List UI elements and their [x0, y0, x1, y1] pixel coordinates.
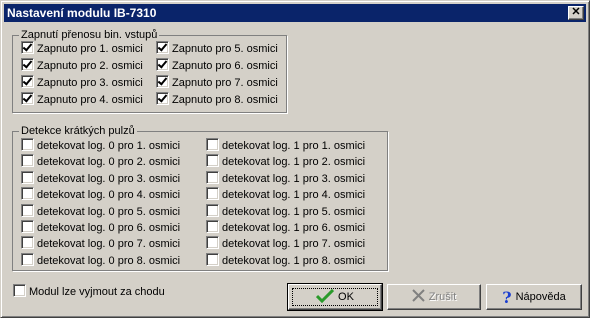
log0-checkbox-3-label: detekovat log. 0 pro 3. osmici — [37, 172, 181, 185]
ok-focus-rect — [292, 288, 378, 306]
log0-checkbox-8-box[interactable] — [21, 252, 34, 266]
transfer-checkbox-6-label: Zapnuto pro 6. osmici — [172, 60, 278, 72]
transfer-checkbox-2[interactable]: Zapnuto pro 2. osmici — [21, 58, 143, 74]
hotswap-checkbox-box[interactable] — [13, 284, 26, 297]
title-bar: Nastavení modulu IB-7310 ✕ — [4, 4, 586, 22]
log0-checkbox-1-box[interactable] — [21, 138, 34, 151]
cancel-label: Zrušit — [428, 291, 457, 303]
log1-checkbox-6[interactable]: detekovat log. 1 pro 6. osmici — [206, 220, 365, 236]
log1-checkbox-1[interactable]: detekovat log. 1 pro 1. osmici — [206, 138, 365, 154]
log0-checkbox-5-label: detekovat log. 0 pro 5. osmici — [37, 205, 181, 218]
help-button[interactable]: ? Nápověda — [486, 284, 582, 310]
question-icon: ? — [502, 287, 512, 307]
log0-checkbox-7-box[interactable] — [21, 236, 34, 250]
transfer-checkbox-2-label: Zapnuto pro 2. osmici — [37, 60, 143, 72]
transfer-checkbox-1-label: Zapnuto pro 1. osmici — [37, 43, 143, 55]
log0-checkbox-6-box[interactable] — [21, 220, 34, 233]
dialog-title: Nastavení modulu IB-7310 — [7, 6, 157, 20]
transfer-checkbox-5[interactable]: Zapnuto pro 5. osmici — [156, 41, 278, 57]
log0-checkbox-6-label: detekovat log. 0 pro 6. osmici — [37, 222, 181, 234]
log1-checkbox-5[interactable]: detekovat log. 1 pro 5. osmici — [206, 203, 366, 220]
log1-checkbox-4-box[interactable] — [206, 187, 219, 201]
cancel-button[interactable]: Zrušit — [387, 284, 481, 310]
log0-checkbox-4-label: detekovat log. 0 pro 4. osmici — [37, 189, 181, 202]
hotswap-checkbox[interactable]: Modul lze vyjmout za chodu — [13, 284, 165, 300]
transfer-checkbox-2-box[interactable] — [21, 58, 34, 71]
log1-checkbox-2-box[interactable] — [206, 154, 219, 168]
log0-checkbox-4[interactable]: detekovat log. 0 pro 4. osmici — [21, 187, 180, 203]
log0-checkbox-4-box[interactable] — [21, 187, 34, 201]
log0-checkbox-8[interactable]: detekovat log. 0 pro 8. osmici — [21, 252, 181, 269]
log1-checkbox-6-box[interactable] — [206, 220, 219, 233]
log0-checkbox-3-box[interactable] — [21, 170, 34, 184]
pulse-group-label: Detekce krátkých pulzů — [19, 124, 137, 138]
transfer-checkbox-1-box[interactable] — [21, 41, 34, 54]
transfer-checkbox-7[interactable]: Zapnuto pro 7. osmici — [156, 75, 278, 91]
log1-checkbox-2-label: detekovat log. 1 pro 2. osmici — [222, 156, 366, 169]
log1-checkbox-7-box[interactable] — [206, 236, 219, 250]
log0-checkbox-5[interactable]: detekovat log. 0 pro 5. osmici — [21, 203, 181, 220]
log1-checkbox-5-box[interactable] — [206, 203, 219, 217]
transfer-checkbox-4[interactable]: Zapnuto pro 4. osmici — [21, 92, 143, 108]
log1-checkbox-7-label: detekovat log. 1 pro 7. osmici — [222, 238, 366, 251]
log0-checkbox-2-box[interactable] — [21, 154, 34, 168]
log0-checkbox-1[interactable]: detekovat log. 0 pro 1. osmici — [21, 138, 180, 154]
transfer-checkbox-4-label: Zapnuto pro 4. osmici — [37, 94, 143, 106]
log1-checkbox-2[interactable]: detekovat log. 1 pro 2. osmici — [206, 154, 365, 170]
log1-checkbox-8-label: detekovat log. 1 pro 8. osmici — [222, 254, 366, 267]
transfer-group-label: Zapnutí přenosu bin. vstupů — [19, 28, 160, 42]
pulse-groupbox: Detekce krátkých pulzů detekovat log. 0 … — [12, 124, 388, 271]
log1-checkbox-7[interactable]: detekovat log. 1 pro 7. osmici — [206, 236, 365, 252]
log0-checkbox-3[interactable]: detekovat log. 0 pro 3. osmici — [21, 170, 181, 187]
transfer-checkbox-8-label: Zapnuto pro 8. osmici — [172, 94, 278, 106]
transfer-checkbox-1[interactable]: Zapnuto pro 1. osmici — [21, 41, 143, 57]
transfer-checkbox-5-label: Zapnuto pro 5. osmici — [172, 43, 278, 55]
log0-checkbox-5-box[interactable] — [21, 203, 34, 217]
log0-checkbox-2-label: detekovat log. 0 pro 2. osmici — [37, 156, 181, 169]
log1-checkbox-6-label: detekovat log. 1 pro 6. osmici — [222, 222, 366, 234]
transfer-checkbox-6-box[interactable] — [156, 58, 169, 71]
close-button[interactable]: ✕ — [568, 6, 584, 20]
help-label: Nápověda — [515, 291, 566, 303]
log1-checkbox-3-box[interactable] — [206, 170, 219, 184]
transfer-checkbox-3[interactable]: Zapnuto pro 3. osmici — [21, 75, 143, 91]
log1-checkbox-4-label: detekovat log. 1 pro 4. osmici — [222, 189, 366, 202]
log1-checkbox-3-label: detekovat log. 1 pro 3. osmici — [222, 172, 366, 185]
log1-checkbox-8-box[interactable] — [206, 252, 219, 266]
transfer-checkbox-8[interactable]: Zapnuto pro 8. osmici — [156, 92, 278, 108]
transfer-groupbox: Zapnutí přenosu bin. vstupů Zapnuto pro … — [12, 28, 287, 113]
log0-checkbox-1-label: detekovat log. 0 pro 1. osmici — [37, 140, 181, 152]
transfer-checkbox-3-box[interactable] — [21, 75, 34, 88]
log1-checkbox-8[interactable]: detekovat log. 1 pro 8. osmici — [206, 252, 366, 269]
transfer-checkbox-3-label: Zapnuto pro 3. osmici — [37, 77, 143, 89]
log1-checkbox-1-box[interactable] — [206, 138, 219, 151]
log0-checkbox-6[interactable]: detekovat log. 0 pro 6. osmici — [21, 220, 180, 236]
log1-checkbox-3[interactable]: detekovat log. 1 pro 3. osmici — [206, 170, 366, 187]
log1-checkbox-4[interactable]: detekovat log. 1 pro 4. osmici — [206, 187, 365, 203]
cross-icon — [412, 289, 425, 305]
log0-checkbox-7[interactable]: detekovat log. 0 pro 7. osmici — [21, 236, 180, 252]
log0-checkbox-2[interactable]: detekovat log. 0 pro 2. osmici — [21, 154, 180, 170]
hotswap-label: Modul lze vyjmout za chodu — [29, 286, 165, 298]
log0-checkbox-7-label: detekovat log. 0 pro 7. osmici — [37, 238, 181, 251]
transfer-checkbox-7-box[interactable] — [156, 75, 169, 88]
log1-checkbox-1-label: detekovat log. 1 pro 1. osmici — [222, 140, 366, 152]
transfer-checkbox-6[interactable]: Zapnuto pro 6. osmici — [156, 58, 278, 74]
ok-button[interactable]: OK — [287, 283, 383, 311]
transfer-checkbox-8-box[interactable] — [156, 92, 169, 105]
transfer-checkbox-4-box[interactable] — [21, 92, 34, 105]
transfer-checkbox-5-box[interactable] — [156, 41, 169, 54]
close-icon: ✕ — [571, 6, 581, 18]
log0-checkbox-8-label: detekovat log. 0 pro 8. osmici — [37, 254, 181, 267]
log1-checkbox-5-label: detekovat log. 1 pro 5. osmici — [222, 205, 366, 218]
dialog-window: Nastavení modulu IB-7310 ✕ Zapnutí přeno… — [0, 0, 590, 318]
transfer-checkbox-7-label: Zapnuto pro 7. osmici — [172, 77, 278, 89]
